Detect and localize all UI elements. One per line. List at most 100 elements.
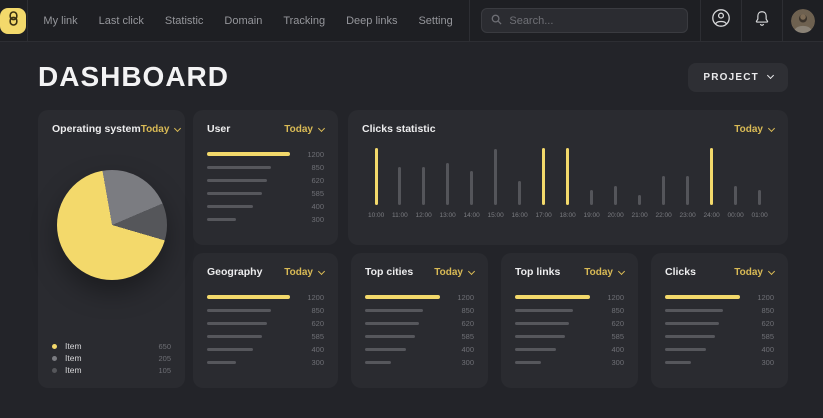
bar — [207, 348, 253, 351]
bar-track — [515, 361, 590, 364]
card-title: Clicks — [665, 266, 696, 278]
time-bar-column: 16:00 — [512, 148, 528, 219]
bar-row: 1200 — [207, 152, 324, 156]
chevron-down-icon — [318, 124, 325, 131]
bar-value: 620 — [748, 319, 774, 328]
time-bar-column: 24:00 — [704, 148, 720, 219]
user-avatar[interactable] — [791, 9, 815, 33]
bar — [207, 218, 236, 221]
clicks-statistic-card: Clicks statistic Today 10:0011:0012:0013… — [348, 110, 788, 245]
account-icon — [711, 8, 731, 33]
search-bar[interactable] — [481, 8, 688, 33]
bar-track — [665, 322, 740, 325]
page-title: DASHBOARD — [38, 61, 229, 93]
period-dropdown[interactable]: Today — [284, 267, 324, 278]
nav-link[interactable]: Last click — [99, 15, 144, 27]
bar — [207, 152, 290, 156]
card-title: Geography — [207, 266, 262, 278]
bar — [686, 176, 689, 205]
bar — [365, 361, 391, 364]
bar-track — [365, 348, 440, 351]
bar-track — [665, 348, 740, 351]
bar-track — [365, 309, 440, 312]
account-button[interactable] — [701, 0, 741, 41]
bar — [422, 167, 425, 205]
bar — [665, 348, 706, 351]
period-dropdown[interactable]: Today — [284, 124, 324, 135]
chevron-down-icon — [618, 267, 625, 274]
project-dropdown-button[interactable]: PROJECT — [688, 63, 788, 92]
bar — [207, 192, 262, 195]
card-header: Top links Today — [515, 266, 624, 278]
bar-row: 585 — [207, 334, 324, 338]
bar-track — [207, 166, 290, 169]
bar-track — [207, 348, 290, 351]
bar-area — [710, 148, 713, 205]
bar-track — [665, 309, 740, 312]
cards-row-1: User Today 1200850620585400300 Clicks st… — [193, 110, 788, 245]
legend-label: Item — [65, 353, 150, 363]
bar-value: 850 — [448, 306, 474, 315]
bar-value: 300 — [298, 215, 324, 224]
nav-link[interactable]: Statistic — [165, 15, 204, 27]
card-header: User Today — [207, 123, 324, 135]
nav-link[interactable]: Domain — [224, 15, 262, 27]
nav-link[interactable]: Setting — [418, 15, 452, 27]
nav-link[interactable]: My link — [43, 15, 77, 27]
bar-track — [515, 348, 590, 351]
pie-chart — [57, 170, 167, 280]
bar — [665, 322, 719, 325]
period-dropdown[interactable]: Today — [584, 267, 624, 278]
bar-track — [207, 361, 290, 364]
search-icon — [491, 12, 502, 30]
time-label: 17:00 — [536, 212, 552, 219]
bar-value: 400 — [748, 345, 774, 354]
bar-track — [207, 218, 290, 221]
bar — [758, 190, 761, 205]
period-dropdown[interactable]: Today — [734, 267, 774, 278]
app-logo[interactable] — [0, 8, 26, 34]
bar-value: 400 — [598, 345, 624, 354]
bar-area — [686, 148, 689, 205]
nav-link[interactable]: Tracking — [283, 15, 325, 27]
bar-list: 1200850620585400300 — [207, 295, 324, 364]
period-dropdown[interactable]: Today — [434, 267, 474, 278]
chevron-down-icon — [468, 267, 475, 274]
nav-link[interactable]: Deep links — [346, 15, 397, 27]
bar-row: 400 — [665, 347, 774, 351]
bar — [470, 171, 473, 205]
notifications-button[interactable] — [742, 0, 782, 41]
bar-value: 850 — [298, 306, 324, 315]
time-bar-column: 11:00 — [392, 148, 408, 219]
bar-list: 1200850620585400300 — [665, 295, 774, 364]
bar-area — [566, 148, 569, 205]
bar — [207, 179, 267, 182]
search-input[interactable] — [509, 15, 678, 27]
bar-row: 620 — [207, 321, 324, 325]
bar — [446, 163, 449, 205]
time-bar-column: 21:00 — [632, 148, 648, 219]
time-label: 21:00 — [632, 212, 648, 219]
card-title: User — [207, 123, 230, 135]
bar — [515, 361, 541, 364]
profile-cell[interactable] — [783, 0, 823, 41]
time-bar-column: 22:00 — [656, 148, 672, 219]
legend-item: Item205 — [52, 354, 171, 362]
operating-system-card: Operating system Today Item650Item205Ite… — [38, 110, 185, 388]
bar-track — [665, 295, 740, 299]
bar-track — [365, 322, 440, 325]
bar-value: 620 — [298, 176, 324, 185]
legend-dot-icon — [52, 356, 57, 361]
period-dropdown[interactable]: Today — [141, 124, 181, 135]
bar — [375, 148, 378, 205]
card-header: Top cities Today — [365, 266, 474, 278]
geography-card: Geography Today 1200850620585400300 — [193, 253, 338, 388]
period-dropdown[interactable]: Today — [734, 124, 774, 135]
chevron-down-icon — [318, 267, 325, 274]
bar-area — [590, 148, 593, 205]
time-bar-chart: 10:0011:0012:0013:0014:0015:0016:0017:00… — [362, 148, 774, 219]
bar — [614, 186, 617, 205]
bar-area — [446, 148, 449, 205]
bar-track — [515, 295, 590, 299]
bar-row: 620 — [665, 321, 774, 325]
